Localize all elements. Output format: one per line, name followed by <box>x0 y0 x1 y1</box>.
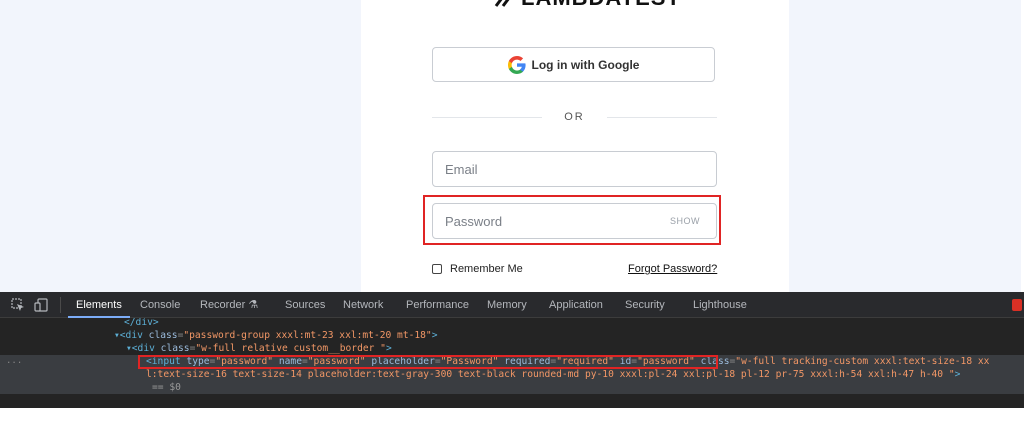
dom-attr-value: "required" <box>556 356 614 367</box>
divider-line-right <box>606 116 717 118</box>
expand-triangle-icon[interactable]: ▾ <box>0 330 120 341</box>
inspect-element-icon[interactable] <box>11 298 25 312</box>
divider-line-left <box>432 116 543 118</box>
dom-attr-value: l:text-size-16 text-size-14 placeholder:… <box>146 369 955 380</box>
tab-elements[interactable]: Elements <box>68 292 130 318</box>
dom-tag-close: > <box>431 330 438 341</box>
tab-memory[interactable]: Memory <box>487 292 527 318</box>
tab-console[interactable]: Console <box>140 292 180 318</box>
tab-security[interactable]: Security <box>625 292 665 318</box>
tab-sources[interactable]: Sources <box>285 292 325 318</box>
lambdatest-logo: LAMBDATEST <box>493 0 681 10</box>
email-input[interactable] <box>433 151 716 187</box>
google-icon <box>507 55 526 74</box>
dom-attr-name: class <box>160 343 190 354</box>
google-button-label: Log in with Google <box>531 57 640 72</box>
dom-tag-close: > <box>385 343 392 354</box>
dom-attr-name: required <box>504 356 551 367</box>
dom-tag: <div <box>131 343 161 354</box>
console-ref-label: == $0 <box>152 382 181 393</box>
elements-dom-tree: </div> ▾<div class="password-group xxxl:… <box>0 318 1024 408</box>
dom-line[interactable]: ▾<div class="w-full relative custom__bor… <box>0 342 1024 355</box>
password-input[interactable] <box>433 203 670 239</box>
dom-line[interactable]: ▾<div class="password-group xxxl:mt-23 x… <box>0 329 1024 342</box>
dom-attr-name: class <box>148 330 178 341</box>
dom-line[interactable]: </div> <box>0 318 1024 329</box>
dom-tag: <input <box>146 356 187 367</box>
login-card <box>361 0 789 292</box>
dom-attr-name: placeholder <box>371 356 435 367</box>
tab-recorder-label: Recorder <box>200 299 246 311</box>
devtools-toolbar: Elements Console Recorder ⚗ Sources Netw… <box>0 292 1024 318</box>
remember-me-label: Remember Me <box>450 263 523 275</box>
remember-me-checkbox[interactable] <box>432 264 442 274</box>
forgot-password-link[interactable]: Forgot Password? <box>628 263 717 275</box>
tab-application[interactable]: Application <box>549 292 603 318</box>
blank-area <box>0 408 1024 432</box>
or-text: OR <box>564 111 585 123</box>
google-login-button[interactable]: Log in with Google <box>432 47 715 82</box>
dom-line-selected-wrap[interactable]: l:text-size-16 text-size-14 placeholder:… <box>0 368 1024 381</box>
or-divider: OR <box>432 110 717 124</box>
toolbar-separator <box>60 297 61 313</box>
lambdatest-logo-icon <box>494 0 510 7</box>
dom-gutter-ellipsis[interactable]: ... <box>6 355 22 368</box>
dom-attr-value: "w-full relative custom__border " <box>195 343 386 354</box>
remember-me[interactable]: Remember Me <box>432 262 523 276</box>
dom-attr-value: "Password" <box>440 356 499 367</box>
dom-line-selected-ref[interactable]: == $0 <box>0 381 1024 394</box>
email-field-wrapper <box>432 151 717 187</box>
dom-closing-div: </div> <box>124 318 159 328</box>
page-viewport: LAMBDATEST Log in with Google OR SHOW Re… <box>0 0 1024 292</box>
tab-recorder[interactable]: Recorder ⚗ <box>200 292 258 318</box>
tab-network[interactable]: Network <box>343 292 383 318</box>
dom-attr-value: "password" <box>307 356 366 367</box>
devtools-panel: Elements Console Recorder ⚗ Sources Netw… <box>0 292 1024 408</box>
dom-tag: <div <box>119 330 149 341</box>
dom-attr-value: "w-full tracking-custom xxxl:text-size-1… <box>735 356 990 367</box>
tab-lighthouse[interactable]: Lighthouse <box>693 292 747 318</box>
dom-attr-name: class <box>700 356 730 367</box>
logo-text: LAMBDATEST <box>521 0 681 11</box>
dom-attr-name: type <box>186 356 210 367</box>
dom-attr-name: name <box>278 356 302 367</box>
tab-performance[interactable]: Performance <box>406 292 469 318</box>
show-password-toggle[interactable]: SHOW <box>670 216 716 226</box>
expand-triangle-icon[interactable]: ▾ <box>0 343 132 354</box>
password-field-wrapper: SHOW <box>432 203 717 239</box>
recorder-flask-icon: ⚗ <box>248 299 259 311</box>
dom-attr-name: id <box>619 356 632 367</box>
dom-attr-value: "password-group xxxl:mt-23 xxl:mt-20 mt-… <box>183 330 432 341</box>
dom-attr-value: "password" <box>637 356 695 367</box>
devtools-close-icon[interactable] <box>1012 299 1022 311</box>
dom-line-selected[interactable]: ... <input type="password" name="password… <box>0 355 1024 368</box>
device-toolbar-icon[interactable] <box>34 298 48 312</box>
dom-attr-value: "password" <box>215 356 274 367</box>
dom-tag-close: > <box>954 369 961 380</box>
